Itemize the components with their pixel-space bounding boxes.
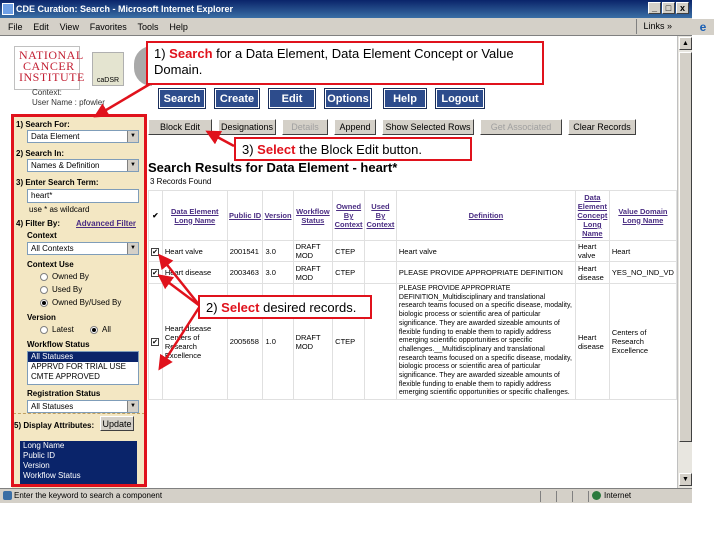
- callout-3-number: 3): [242, 142, 258, 157]
- callout-3-text: the Block Edit button.: [295, 142, 422, 157]
- callout-2-number: 2): [206, 300, 222, 315]
- callout-1-number: 1): [154, 46, 170, 61]
- callout-2-keyword: Select: [221, 300, 260, 315]
- status-divider: [540, 491, 541, 502]
- status-text: Enter the keyword to search a component: [14, 491, 163, 500]
- zone-label: Internet: [604, 491, 632, 500]
- arrow-to-search-panel: [93, 82, 151, 118]
- page-icon: [3, 491, 12, 500]
- callout-step-1: 1) Search for a Data Element, Data Eleme…: [146, 41, 544, 85]
- arrow-to-row-3: [158, 305, 202, 371]
- callout-1-keyword: Search: [169, 46, 213, 61]
- status-divider: [588, 491, 589, 502]
- arrow-to-block-edit: [205, 130, 235, 148]
- callout-step-3: 3) Select the Block Edit button.: [234, 137, 472, 161]
- status-divider: [556, 491, 557, 502]
- callout-3-keyword: Select: [257, 142, 296, 157]
- status-divider: [572, 491, 573, 502]
- callout-2-text: desired records.: [259, 300, 357, 315]
- internet-zone-icon: [592, 491, 601, 500]
- callout-step-2: 2) Select desired records.: [198, 295, 372, 319]
